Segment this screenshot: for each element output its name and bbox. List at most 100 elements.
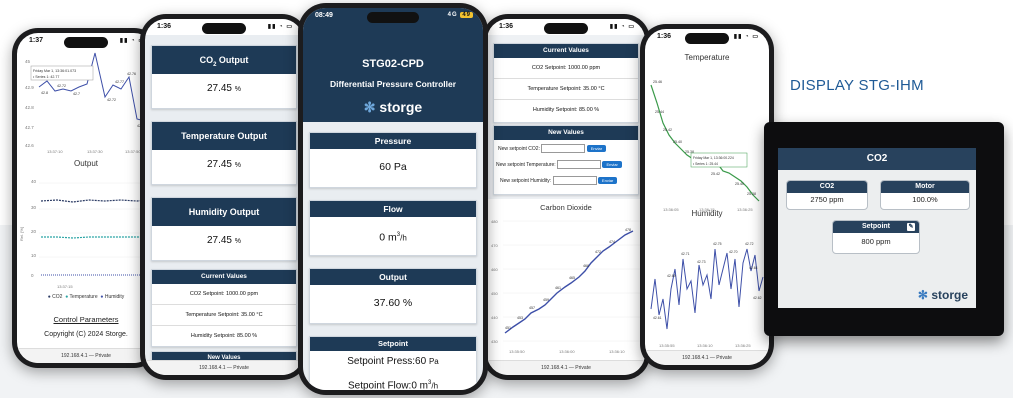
network-indicator: 4G — [447, 12, 458, 18]
point-label: 42.72 — [107, 98, 116, 102]
point-label: 42.72 — [57, 84, 66, 88]
send-temperature-button[interactable]: Enviar — [602, 161, 622, 168]
point-label: 25.40 — [735, 182, 744, 186]
y-tick: 450 — [491, 291, 498, 296]
phone-charts-left: 1:37 ▮▮ ◔ ▭ 45 42.9 42.8 42.7 42.6 Frida… — [12, 28, 160, 368]
point-label: 451 — [505, 326, 511, 330]
storge-logo-text: storge — [931, 288, 968, 302]
flow-number: 0 m — [379, 231, 397, 244]
display-label: DISPLAY STG-IHM — [790, 77, 924, 94]
edit-icon[interactable]: ✎ — [907, 223, 915, 231]
legend-temperature: ● — [65, 294, 69, 300]
send-humidity-button[interactable]: Enviar — [597, 177, 618, 184]
hmi-setpoint-box[interactable]: Setpoint ✎ 800 ppm — [832, 220, 920, 254]
point-label: 459 — [543, 298, 549, 302]
y-tick: 42.8 — [25, 105, 34, 110]
point-label: 25.40 — [673, 140, 682, 144]
tooltip-line: Friday Mar 1, 13:36:00.224 — [693, 156, 734, 160]
dynamic-island — [64, 37, 108, 48]
output-value: 37.60 % — [373, 297, 413, 309]
series-co2-line — [40, 199, 152, 203]
new-setpoint-row-humidity: New setpoint Humidity: Enviar — [500, 176, 618, 185]
point-label: 461 — [555, 286, 561, 290]
row-label: New setpoint Humidity: — [500, 177, 552, 184]
legend-co2: ● — [47, 294, 51, 300]
series-line — [38, 52, 146, 122]
control-parameters-link[interactable]: Control Parameters — [17, 315, 155, 324]
x-tick: 13:37:10 — [47, 149, 63, 154]
pressure-card: Pressure 60 Pa — [309, 132, 477, 188]
setpoint-flow-value: Setpoint Flow:0 m — [347, 380, 429, 390]
status-time: 1:36 — [657, 33, 672, 40]
co2-chart-panel: Carbon Dioxide 480 470 460 450 440 430 4… — [487, 199, 645, 365]
y-tick: 430 — [491, 339, 498, 344]
value-number: 27.45 — [206, 235, 232, 246]
point-label: 42.70 — [729, 250, 738, 254]
value-unit: % — [234, 86, 242, 93]
point-label: 42.64 — [749, 266, 758, 270]
y-axis-label: Rel. [%] — [19, 227, 24, 241]
y-tick: 480 — [491, 219, 498, 224]
new-setpoint-row-co2: New setpoint CO2: Enviar — [498, 144, 607, 153]
card-title: Current Values — [152, 270, 296, 284]
hmi-co2-box: CO2 2750 ppm — [786, 180, 868, 210]
url-bar: 192.168.4.1 — Private — [645, 350, 769, 365]
dynamic-island — [202, 23, 246, 34]
phone-screen: 08:49 4G 49 STG02-CPD Differential Press… — [303, 8, 483, 390]
tooltip-line: • Series 1: 42.77 — [33, 75, 59, 79]
setpoint-co2-input[interactable] — [541, 144, 586, 153]
current-value-co2: CO2 Setpoint: 1000.00 ppm — [152, 284, 296, 305]
setpoint-flow: Setpoint Flow:0 m3/h — [310, 373, 476, 390]
card-value: 27.45 % — [152, 74, 296, 105]
x-tick: 13:37:30 — [87, 149, 103, 154]
storge-logo-icon: ✻ — [363, 99, 376, 115]
status-icons: ▮▮ ◔ ▭ — [609, 24, 635, 30]
point-label: 25.42 — [663, 128, 672, 132]
series-line — [504, 230, 634, 334]
point-label: 25.42 — [711, 172, 720, 176]
copyright-text: Copyright (C) 2024 Storge. — [44, 331, 128, 338]
send-co2-button[interactable]: Enviar — [586, 145, 607, 152]
y-tick: 42.9 — [25, 85, 34, 90]
status-time: 1:36 — [499, 23, 514, 30]
chart-legend: ● CO2 ● Temperature ● Humidity — [17, 294, 155, 300]
card-value: 27.45 % — [152, 226, 296, 257]
setpoint-unit: ppm — [876, 237, 891, 246]
legend-label: Temperature — [69, 294, 98, 300]
x-tick: 13:36:10 — [609, 349, 625, 354]
point-label: 457 — [529, 306, 535, 310]
card-title: Output — [310, 269, 476, 285]
current-values-card: Current Values CO2 Setpoint: 1000.00 ppm… — [151, 269, 297, 347]
value-number: 27.45 — [206, 159, 232, 170]
box-label: Motor — [881, 181, 969, 193]
row-label: New setpoint Temperature: — [496, 161, 556, 168]
setpoint-press-value: Setpoint Press:60 — [347, 356, 427, 367]
box-value: 2750 ppm — [787, 193, 867, 207]
row-label: New setpoint CO2: — [498, 145, 540, 152]
y-tick: 460 — [491, 267, 498, 272]
phone-screen: 1:36 ▮▮ ◔ ▭ CO2 Output 27.45 % Temperatu… — [145, 19, 303, 375]
setpoint-humidity-input[interactable] — [552, 176, 597, 185]
co2-number: 2750 — [810, 195, 827, 204]
status-time: 1:37 — [29, 37, 44, 44]
tooltip-line: • Series 1: 25.44 — [693, 162, 718, 166]
co2-output-card: CO2 Output 27.45 % — [151, 45, 297, 109]
current-value-humidity: Humidity Setpoint: 85.00 % — [532, 107, 600, 113]
box-label: Setpoint ✎ — [833, 221, 919, 233]
status-icons: 4G 49 — [448, 12, 473, 18]
dynamic-island — [685, 33, 729, 44]
hmi-title: CO2 — [778, 148, 976, 170]
legend-humidity: ● — [100, 294, 104, 300]
point-label: 478 — [625, 228, 631, 232]
device-subtitle: Differential Pressure Controller — [329, 79, 457, 89]
current-values-card: Current Values CO2 Setpoint: 1000.00 ppm… — [493, 43, 639, 123]
y-tick: 0 — [31, 273, 34, 278]
y-tick: 30 — [31, 205, 37, 210]
device-title: STG02-CPD — [362, 58, 424, 70]
y-tick: 42.6 — [25, 143, 34, 148]
series-line — [650, 248, 764, 330]
setpoint-temperature-input[interactable] — [557, 160, 602, 169]
humidity-chart-title: Humidity — [691, 209, 723, 218]
dynamic-island — [544, 23, 588, 34]
value-number: 27.45 — [206, 83, 232, 94]
